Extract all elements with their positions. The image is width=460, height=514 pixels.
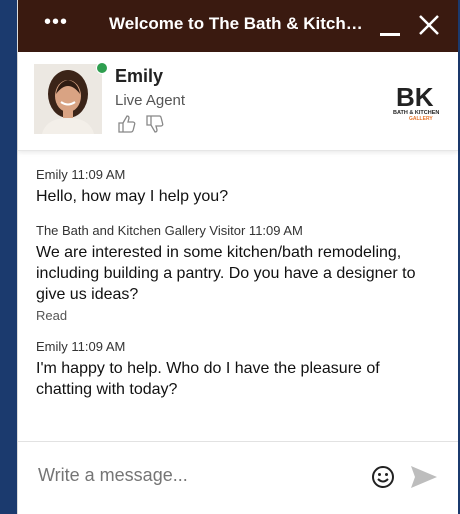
minimize-button[interactable] — [377, 10, 403, 40]
message: Emily 11:09 AM I'm happy to help. Who do… — [36, 339, 440, 400]
message: The Bath and Kitchen Gallery Visitor 11:… — [36, 223, 440, 323]
close-icon — [419, 15, 439, 35]
send-icon[interactable] — [409, 464, 439, 490]
message: Emily 11:09 AM Hello, how may I help you… — [36, 167, 440, 207]
chat-title: Welcome to The Bath & Kitch… — [109, 14, 363, 33]
agent-role: Live Agent — [115, 92, 186, 109]
logo-subtext-2: GALLERY — [409, 116, 433, 122]
avatar-container — [34, 62, 108, 134]
read-receipt: Read — [36, 308, 68, 323]
message-composer — [18, 441, 458, 514]
thumbs-down-icon[interactable] — [145, 114, 165, 134]
message-text: I'm happy to help. Who do I have the ple… — [36, 360, 380, 398]
chat-titlebar: ••• Welcome to The Bath & Kitch… — [18, 0, 458, 52]
message-list: Emily 11:09 AM Hello, how may I help you… — [18, 151, 458, 441]
message-meta: Emily 11:09 AM — [36, 167, 126, 182]
message-input[interactable] — [36, 464, 360, 487]
logo-b: BK — [396, 82, 434, 112]
thumbs-up-icon[interactable] — [117, 114, 137, 134]
message-meta: Emily 11:09 AM — [36, 339, 126, 354]
message-text: We are interested in some kitchen/bath r… — [36, 244, 416, 303]
message-text: Hello, how may I help you? — [36, 188, 229, 205]
avatar — [34, 64, 102, 134]
rating-controls — [117, 114, 165, 134]
emoji-icon[interactable] — [371, 465, 395, 489]
company-logo: BK BATH & KITCHEN GALLERY — [393, 82, 439, 122]
close-button[interactable] — [416, 12, 442, 38]
minimize-icon — [380, 33, 400, 36]
menu-icon[interactable]: ••• — [44, 12, 68, 32]
agent-panel: Emily Live Agent BK BATH & KITCHEN GALLE… — [18, 52, 458, 151]
online-status-dot — [96, 62, 108, 74]
chat-window: ••• Welcome to The Bath & Kitch… Emily L… — [17, 0, 458, 514]
message-meta: The Bath and Kitchen Gallery Visitor 11:… — [36, 223, 303, 238]
agent-name: Emily — [115, 66, 164, 86]
